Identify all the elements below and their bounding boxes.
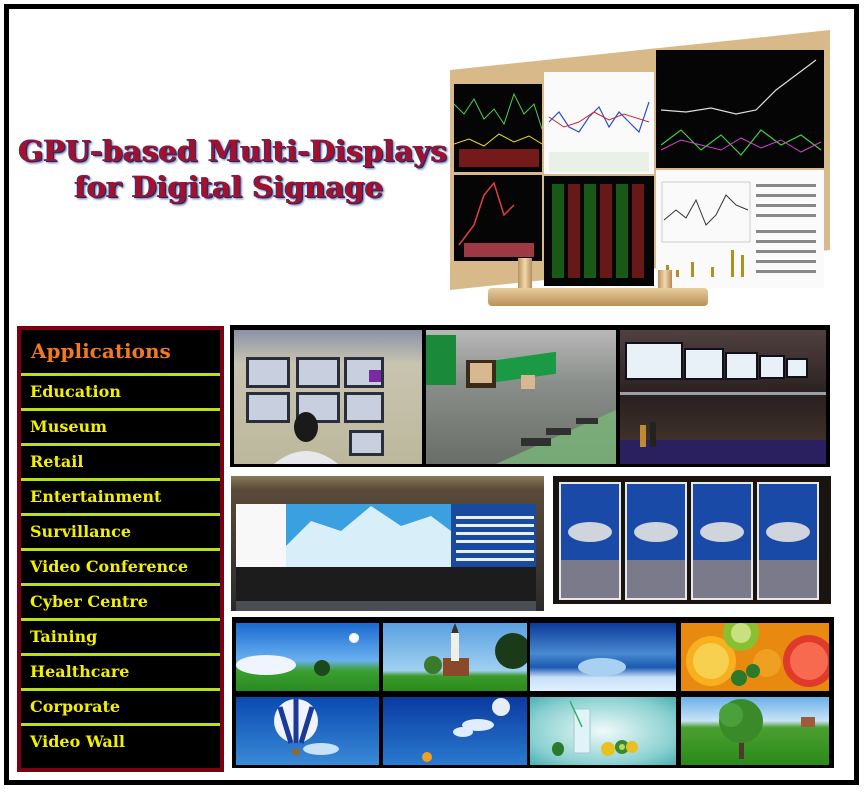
photo-tree-field	[681, 697, 829, 765]
app-item-survillance: Survillance	[21, 516, 220, 551]
app-item-entertainment: Entertainment	[21, 481, 220, 516]
title-line-2: for Digital Signage	[74, 170, 384, 205]
photo-car-ad-displays-frame	[553, 476, 831, 604]
screen-data-table	[544, 176, 654, 286]
applications-heading: Applications	[21, 330, 220, 376]
photo-blue-sky-balloon	[383, 697, 527, 765]
screen-chart-3	[544, 72, 654, 174]
hero-multi-display-image	[448, 30, 848, 320]
screen-chart-4	[656, 50, 824, 168]
app-item-cyber-centre: Cyber Centre	[21, 586, 220, 621]
photo-hot-air-balloon	[236, 697, 379, 765]
photo-ice-blue	[530, 623, 676, 691]
photo-row-1	[230, 325, 830, 467]
photo-car-ad-displays	[559, 482, 825, 600]
photo-airport-video-wall	[231, 476, 544, 611]
app-item-corporate: Corporate	[21, 691, 220, 726]
photo-grid-video-wall	[232, 617, 834, 768]
photo-factory-displays	[426, 330, 616, 464]
photo-lemonade-kiwi	[530, 697, 676, 765]
applications-panel: Applications Education Museum Retail Ent…	[17, 326, 224, 772]
screen-chart-5	[656, 170, 824, 288]
app-item-healthcare: Healthcare	[21, 656, 220, 691]
app-item-museum: Museum	[21, 411, 220, 446]
app-item-education: Education	[21, 376, 220, 411]
photo-restaurant-menu-boards	[620, 330, 826, 464]
title-line-1: GPU-based Multi-Displays	[18, 134, 448, 168]
poster-title: GPU-based Multi-Displays for Digital Sig…	[18, 133, 448, 206]
screen-chart-2	[454, 175, 542, 261]
screen-chart-1	[454, 84, 542, 172]
photo-church-lawn	[383, 623, 527, 691]
photo-citrus-fruits	[681, 623, 829, 691]
app-item-video-conference: Video Conference	[21, 551, 220, 586]
photo-surveillance-room	[234, 330, 422, 464]
app-item-retail: Retail	[21, 446, 220, 481]
app-item-taining: Taining	[21, 621, 220, 656]
app-item-video-wall: Video Wall	[30, 732, 125, 751]
photo-meadow-sun	[236, 623, 379, 691]
